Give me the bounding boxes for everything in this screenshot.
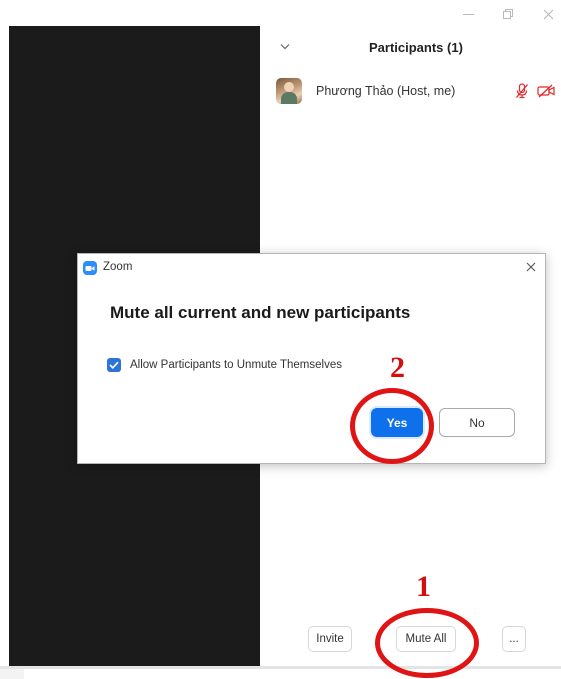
zoom-logo-icon (83, 261, 97, 275)
divider (0, 666, 561, 669)
close-icon (543, 9, 553, 19)
dialog-close-button[interactable] (523, 259, 539, 275)
participants-title: Participants (1) (369, 40, 463, 55)
participant-name: Phương Thảo (Host, me) (316, 84, 456, 98)
checkmark-icon (109, 361, 119, 369)
participant-status-icons (515, 83, 555, 99)
annotation-circle-yes (350, 388, 434, 464)
minimize-icon (462, 13, 474, 15)
minimize-button[interactable] (461, 7, 475, 21)
zoom-meeting-screen: Participants (1) Phương Thảo (Host, me) (0, 0, 561, 679)
annotation-step-1-label: 1 (416, 570, 431, 603)
mic-muted-icon[interactable] (515, 83, 529, 99)
avatar (276, 78, 302, 104)
chevron-down-icon (280, 43, 290, 49)
restore-icon (503, 9, 513, 19)
participants-header: Participants (1) (260, 26, 561, 68)
corner-fill (0, 669, 24, 679)
window-controls (461, 2, 555, 26)
allow-unmute-label: Allow Participants to Unmute Themselves (130, 359, 342, 371)
invite-button[interactable]: Invite (308, 626, 352, 652)
restore-button[interactable] (501, 7, 515, 21)
annotation-circle-mute-all (375, 608, 479, 678)
allow-unmute-checkbox[interactable] (107, 358, 121, 372)
annotation-step-2-label: 2 (390, 351, 405, 384)
participant-row[interactable]: Phương Thảo (Host, me) (276, 76, 561, 106)
dialog-heading: Mute all current and new participants (110, 303, 411, 322)
allow-unmute-option[interactable]: Allow Participants to Unmute Themselves (107, 358, 342, 372)
dialog-app-name: Zoom (103, 261, 133, 273)
close-icon (526, 262, 536, 272)
collapse-panel-button[interactable] (278, 39, 292, 53)
more-options-button[interactable]: ... (502, 626, 526, 652)
video-off-icon[interactable] (537, 84, 555, 98)
dialog-titlebar: Zoom (78, 254, 545, 282)
close-window-button[interactable] (541, 7, 555, 21)
mute-all-dialog: Zoom Mute all current and new participan… (77, 253, 546, 464)
bottom-strip (0, 666, 561, 679)
no-button[interactable]: No (439, 408, 515, 437)
